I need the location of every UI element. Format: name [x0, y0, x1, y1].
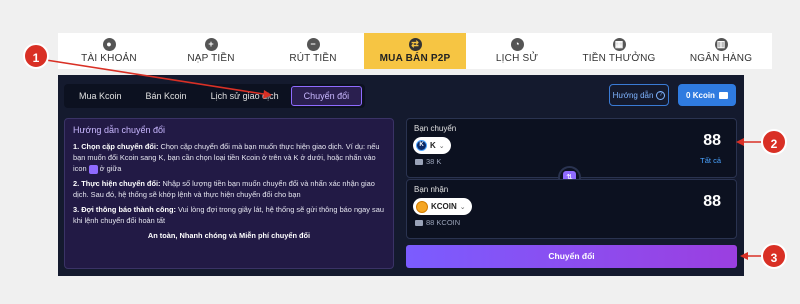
annotation-arrows — [45, 59, 762, 260]
annotation-badge-2: 2 — [761, 129, 787, 155]
annotation-arrowhead-1 — [263, 90, 272, 99]
annotation-arrowhead-3 — [740, 252, 748, 260]
annotation-badge-1: 1 — [23, 43, 49, 69]
annotation-arrowhead-2 — [736, 138, 744, 146]
annotation-badge-3: 3 — [761, 243, 787, 269]
annotation-arrow-1 — [45, 59, 271, 96]
screenshot-frame: ● TÀI KHOẢN + NẠP TIỀN − RÚT TIỀN ⇄ MUA … — [0, 0, 800, 304]
